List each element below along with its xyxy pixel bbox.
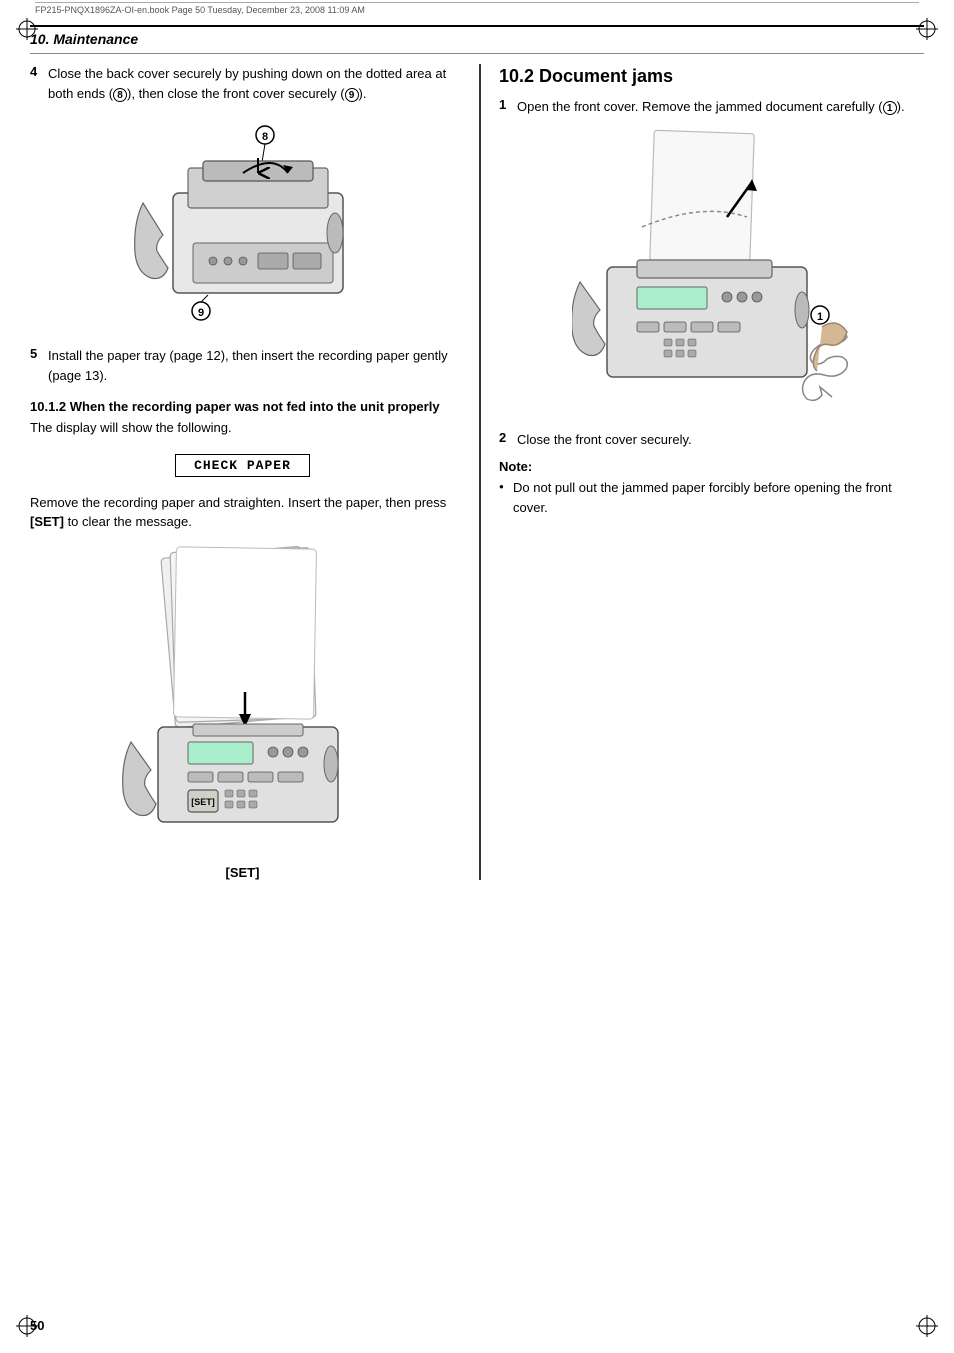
check-paper-wrapper: CHECK PAPER (30, 446, 455, 485)
step-1-right-text: Open the front cover. Remove the jammed … (517, 97, 905, 117)
step-2-right-text: Close the front cover securely. (517, 430, 692, 450)
fax-illustration-step5: [SET] (30, 542, 455, 855)
step-5-text: Install the paper tray (page 12), then i… (48, 346, 455, 385)
step-5: 5 Install the paper tray (page 12), then… (30, 346, 455, 385)
set-key-inline: [SET] (30, 514, 64, 529)
check-paper-display: CHECK PAPER (175, 454, 310, 477)
note-item-1: Do not pull out the jammed paper forcibl… (499, 478, 924, 517)
corner-mark-tr (916, 18, 938, 40)
left-column: 4 Close the back cover securely by pushi… (30, 64, 455, 880)
svg-text:[SET]: [SET] (191, 797, 215, 807)
chapter-title: 10. Maintenance (30, 31, 924, 47)
svg-text:1: 1 (816, 311, 822, 323)
right-column: 10.2 Document jams 1 Open the front cove… (479, 64, 924, 880)
circle-9: 9 (345, 88, 359, 102)
step-1-right-number: 1 (499, 97, 517, 117)
step-5-number: 5 (30, 346, 48, 385)
remove-text: Remove the recording paper and straighte… (30, 493, 455, 532)
meta-text: FP215-PNQX1896ZA-OI-en.book Page 50 Tues… (35, 5, 365, 15)
step-4: 4 Close the back cover securely by pushi… (30, 64, 455, 103)
fax-illustration-jam: 1 (499, 127, 924, 420)
page: FP215-PNQX1896ZA-OI-en.book Page 50 Tues… (0, 2, 954, 1353)
section-title: 10.2 Document jams (499, 66, 924, 87)
fax-illustration-step4: 8 (30, 113, 455, 336)
page-number: 50 (30, 1318, 44, 1333)
note-label: Note: (499, 459, 532, 474)
circle-8: 8 (113, 88, 127, 102)
circle-1: 1 (883, 101, 897, 115)
svg-text:8: 8 (261, 131, 267, 143)
step-2-right: 2 Close the front cover securely. (499, 430, 924, 450)
note-section: Note: Do not pull out the jammed paper f… (499, 459, 924, 517)
meta-line: FP215-PNQX1896ZA-OI-en.book Page 50 Tues… (35, 2, 919, 15)
header-divider (30, 53, 924, 54)
step-1-right: 1 Open the front cover. Remove the jamme… (499, 97, 924, 117)
svg-text:9: 9 (197, 307, 203, 319)
sub-section-heading: 10.1.2 When the recording paper was not … (30, 399, 455, 414)
chapter-header: 10. Maintenance (30, 25, 924, 47)
step-2-right-number: 2 (499, 430, 517, 450)
step-4-number: 4 (30, 64, 48, 103)
content-area: 4 Close the back cover securely by pushi… (30, 64, 924, 880)
corner-mark-tl (16, 18, 38, 40)
sub-section-intro: The display will show the following. (30, 418, 455, 438)
corner-mark-br (916, 1315, 938, 1337)
set-caption: [SET] (30, 865, 455, 880)
step-4-text: Close the back cover securely by pushing… (48, 64, 455, 103)
note-list: Do not pull out the jammed paper forcibl… (499, 478, 924, 517)
